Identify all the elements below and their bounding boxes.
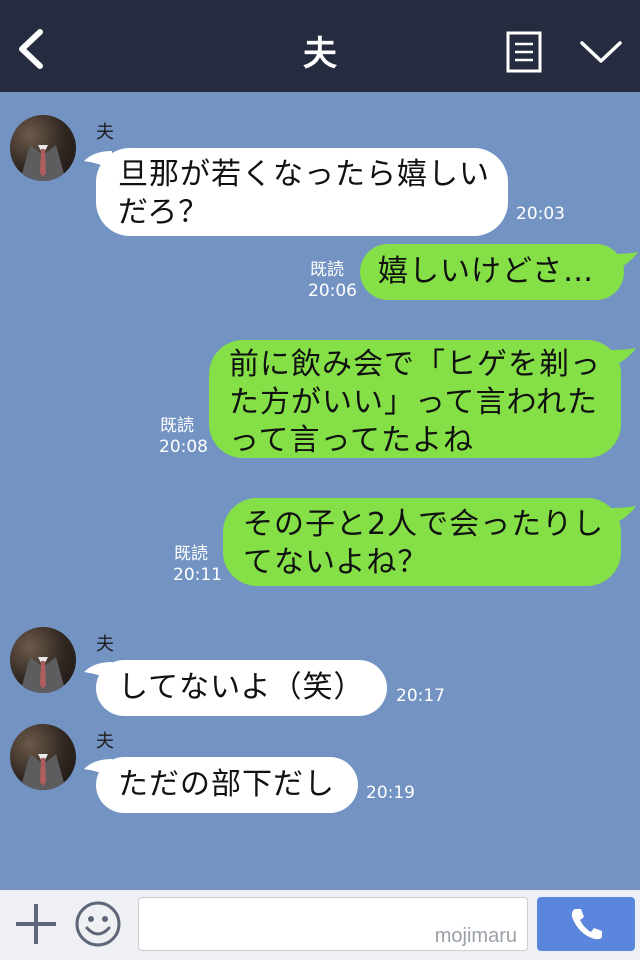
timestamp: 20:17 (396, 686, 445, 706)
message-bubble-outgoing[interactable]: 前に飲み会で「ヒゲを剃っ た方がいい」って言われた って言ってたよね (209, 340, 621, 458)
timestamp: 20:11 (173, 565, 222, 585)
sender-name: 夫 (96, 122, 114, 143)
message-bubble-outgoing[interactable]: 嬉しいけどさ… (360, 244, 624, 300)
watermark: mojimaru (434, 925, 517, 947)
bubble-tail (610, 252, 638, 272)
read-receipt: 既読 (174, 544, 208, 564)
chat-header: 夫 (0, 0, 640, 92)
emoji-icon[interactable] (74, 900, 122, 948)
avatar[interactable] (10, 724, 76, 790)
notes-icon[interactable] (506, 31, 542, 73)
plus-icon[interactable] (14, 902, 58, 946)
call-button[interactable] (537, 897, 635, 951)
timestamp: 20:06 (308, 281, 357, 301)
timestamp: 20:08 (159, 437, 208, 457)
bubble-tail (608, 348, 636, 368)
avatar[interactable] (10, 627, 76, 693)
message-bubble-outgoing[interactable]: その子と2人で会ったりし てないよね？ (223, 498, 621, 586)
phone-icon (571, 909, 602, 940)
chevron-down-icon[interactable] (579, 38, 623, 66)
message-bubble-incoming[interactable]: してないよ（笑） (96, 660, 387, 716)
message-input[interactable]: mojimaru (138, 897, 528, 951)
sender-name: 夫 (96, 731, 114, 752)
read-receipt: 既読 (160, 416, 194, 436)
read-receipt: 既読 (310, 260, 344, 280)
sender-name: 夫 (96, 634, 114, 655)
bubble-tail (608, 506, 636, 526)
message-bubble-incoming[interactable]: ただの部下だし (96, 757, 358, 813)
chat-title: 夫 (303, 34, 337, 74)
timestamp: 20:19 (366, 783, 415, 803)
avatar[interactable] (10, 115, 76, 181)
chat-area[interactable]: 夫 旦那が若くなったら嬉しい だろ？ 20:03 既読 20:06 嬉しいけどさ… (0, 92, 640, 890)
message-bubble-incoming[interactable]: 旦那が若くなったら嬉しい だろ？ (96, 148, 508, 236)
timestamp: 20:03 (516, 204, 565, 224)
